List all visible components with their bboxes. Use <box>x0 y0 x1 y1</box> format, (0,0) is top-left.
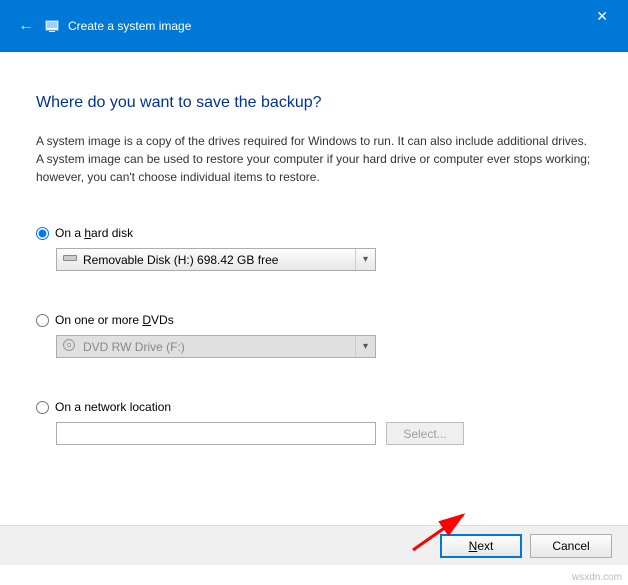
drive-icon <box>63 253 77 266</box>
titlebar: ✕ ← Create a system image <box>0 0 628 52</box>
label-harddisk[interactable]: On a hard disk <box>55 226 133 240</box>
dropdown-dvd-value: DVD RW Drive (F:) <box>83 340 355 354</box>
label-network[interactable]: On a network location <box>55 400 171 414</box>
radio-dvd[interactable] <box>36 314 49 327</box>
dropdown-harddisk[interactable]: Removable Disk (H:) 698.42 GB free ▾ <box>56 248 376 271</box>
cancel-button[interactable]: Cancel <box>530 534 612 558</box>
option-dvd: On one or more DVDs DVD RW Drive (F:) ▾ <box>36 313 592 358</box>
dropdown-harddisk-value: Removable Disk (H:) 698.42 GB free <box>83 253 355 267</box>
close-button[interactable]: ✕ <box>588 6 616 27</box>
label-dvd[interactable]: On one or more DVDs <box>55 313 174 327</box>
back-button[interactable]: ← <box>18 17 34 35</box>
description-text: A system image is a copy of the drives r… <box>36 132 592 186</box>
chevron-down-icon: ▾ <box>355 249 375 270</box>
radio-harddisk[interactable] <box>36 227 49 240</box>
dropdown-dvd: DVD RW Drive (F:) ▾ <box>56 335 376 358</box>
watermark: wsxdn.com <box>572 572 622 583</box>
chevron-down-icon: ▾ <box>355 336 375 357</box>
content-area: Where do you want to save the backup? A … <box>0 52 628 445</box>
option-network: On a network location Select... <box>36 400 592 445</box>
network-path-input[interactable] <box>56 422 376 445</box>
radio-network[interactable] <box>36 401 49 414</box>
footer-bar: Next Cancel <box>0 525 628 565</box>
next-button[interactable]: Next <box>440 534 522 558</box>
page-heading: Where do you want to save the backup? <box>36 94 592 112</box>
select-network-button: Select... <box>386 422 464 445</box>
system-image-icon <box>44 18 60 34</box>
option-harddisk: On a hard disk Removable Disk (H:) 698.4… <box>36 226 592 271</box>
disc-icon <box>63 339 77 354</box>
window-title: Create a system image <box>68 19 191 33</box>
